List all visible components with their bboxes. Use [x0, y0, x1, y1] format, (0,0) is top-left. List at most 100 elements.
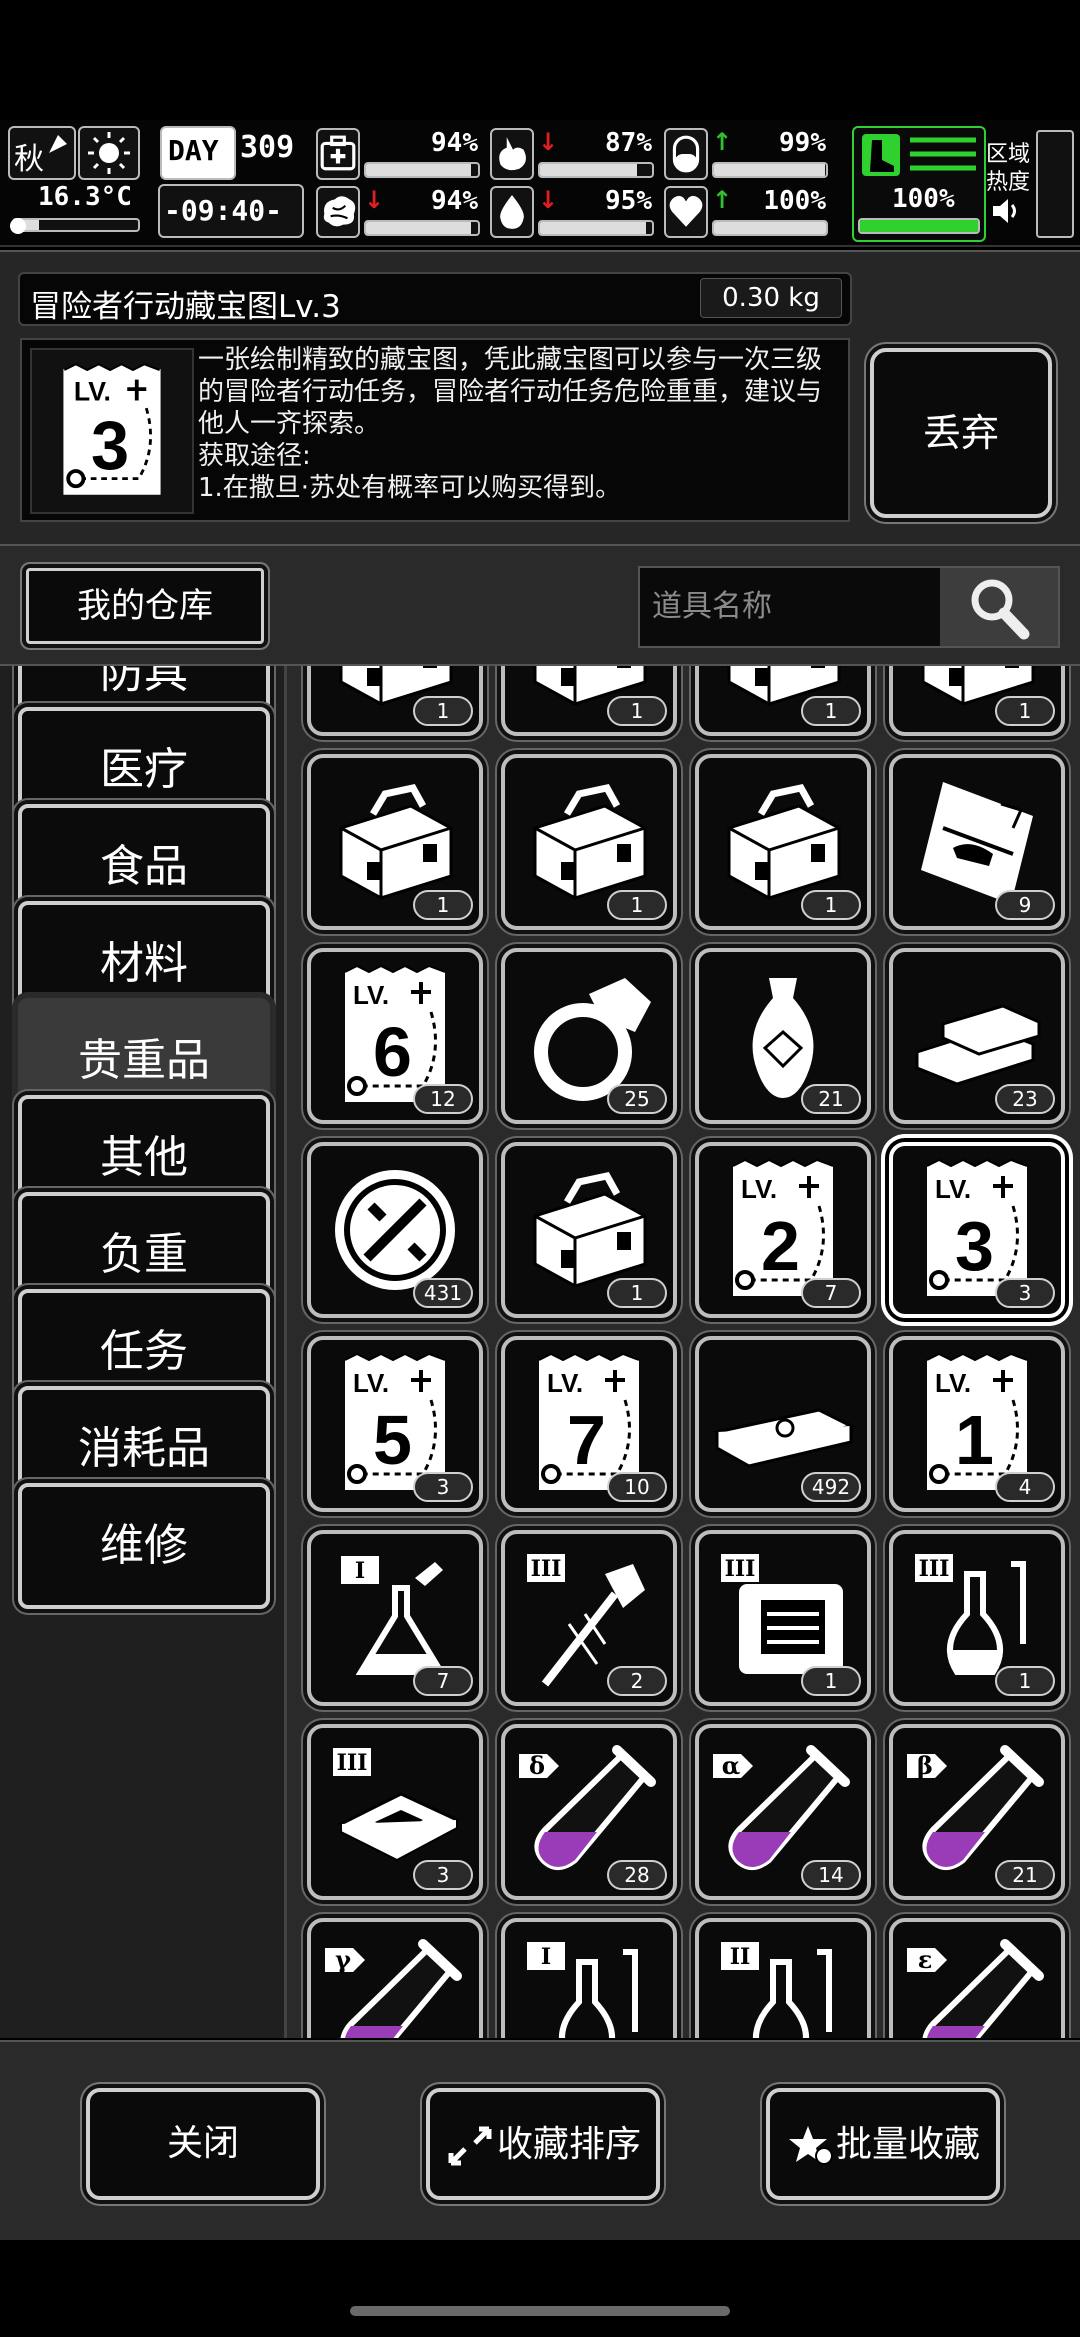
- item-count-badge: 431: [413, 1278, 473, 1308]
- sort-arrows-icon: [448, 2126, 492, 2166]
- svg-text:ε: ε: [918, 1945, 933, 1974]
- inventory-slot[interactable]: 1: [889, 666, 1065, 736]
- inventory-slot[interactable]: 1: [501, 754, 677, 930]
- inventory-slot[interactable]: II: [695, 1918, 871, 2038]
- svg-text:5: 5: [373, 1401, 412, 1479]
- close-button[interactable]: 关闭: [86, 2088, 320, 2200]
- svg-text:LV.: LV.: [547, 1368, 583, 1398]
- svg-text:LV.: LV.: [935, 1368, 971, 1398]
- boots-icon: [862, 134, 900, 176]
- inventory-slot[interactable]: LV. 1 4: [889, 1336, 1065, 1512]
- stat-thirst-bar: [538, 220, 654, 236]
- boots-panel: 100%: [852, 126, 986, 242]
- inventory-slot[interactable]: 25: [501, 948, 677, 1124]
- inventory-slot[interactable]: III 1: [889, 1530, 1065, 1706]
- inventory-slot[interactable]: β 21: [889, 1724, 1065, 1900]
- search-button[interactable]: [940, 568, 1058, 646]
- search-icon: [971, 579, 1030, 640]
- svg-text:LV.: LV.: [353, 1368, 389, 1398]
- medkit-icon: [316, 128, 360, 180]
- item-description-box: LV. 3 一张绘制精致的藏宝图，凭此藏宝图可以参与一次三级的冒险者行动任务，冒…: [20, 338, 850, 522]
- heart-icon: [664, 186, 708, 238]
- search-box: [638, 566, 1060, 648]
- svg-text:III: III: [337, 1750, 368, 1776]
- item-count-badge: 1: [995, 696, 1055, 726]
- inventory-slot[interactable]: 431: [307, 1142, 483, 1318]
- inventory-slot[interactable]: 9: [889, 754, 1065, 930]
- svg-text:α: α: [722, 1751, 740, 1780]
- inventory-slot[interactable]: LV. 6 12: [307, 948, 483, 1124]
- svg-text:δ: δ: [529, 1751, 545, 1780]
- stat-thirst-value: 95%: [605, 186, 652, 216]
- speaker-icon[interactable]: [990, 196, 1024, 226]
- inventory-slot[interactable]: ε: [889, 1918, 1065, 2038]
- inventory-slot[interactable]: I7: [307, 1530, 483, 1706]
- inventory-grid: 1 1 1 1 1 1 1 9 LV. 6 12 25 21 23 431 1 LV. 2 7 LV. 3 3 LV. 5 3 L…: [287, 666, 1080, 2038]
- clock: -09:40-: [164, 194, 283, 227]
- item-count-badge: 3: [413, 1472, 473, 1502]
- inventory-slot[interactable]: 1: [501, 1142, 677, 1318]
- inventory-slot[interactable]: 1: [695, 666, 871, 736]
- item-count-badge: 9: [995, 890, 1055, 920]
- stat-hunger-value: 87%: [605, 128, 652, 158]
- inventory-slot[interactable]: 21: [695, 948, 871, 1124]
- inventory-slot[interactable]: 492: [695, 1336, 871, 1512]
- zone-heat-label-2: 热度: [986, 170, 1031, 195]
- svg-text:7: 7: [567, 1401, 606, 1479]
- item-count-badge: 492: [801, 1472, 861, 1502]
- day-box: DAY: [160, 126, 236, 180]
- inventory-slot[interactable]: LV. 3 3: [889, 1142, 1065, 1318]
- item-count-badge: 1: [995, 1666, 1055, 1696]
- status-bar: 秋 16.3°C DAY 309 -09:40- 94% ↓ 87% ↑ 99% ↓ 94%…: [0, 120, 1080, 247]
- item-count-badge: 7: [801, 1278, 861, 1308]
- item-count-badge: 7: [413, 1666, 473, 1696]
- inventory-slot[interactable]: LV. 7 10: [501, 1336, 677, 1512]
- inventory-slot[interactable]: γ: [307, 1918, 483, 2038]
- stat-stamina: ↑ 99%: [664, 128, 834, 182]
- inventory-slot[interactable]: III 3: [307, 1724, 483, 1900]
- inventory-slot[interactable]: I: [501, 1918, 677, 2038]
- inventory-slot[interactable]: III 1: [695, 1530, 871, 1706]
- inventory-slot[interactable]: LV. 5 3: [307, 1336, 483, 1512]
- svg-text:III: III: [531, 1556, 562, 1582]
- lab-glassware-icon: I: [527, 1942, 638, 2038]
- item-name-search-input[interactable]: [650, 582, 934, 630]
- category-9[interactable]: 维修: [18, 1483, 270, 1609]
- trend-down-icon: ↓: [538, 186, 559, 214]
- stat-hunger-bar: [538, 162, 654, 178]
- item-count-badge: 4: [995, 1472, 1055, 1502]
- star-icon: [788, 2126, 833, 2165]
- inventory-slot[interactable]: III 2: [501, 1530, 677, 1706]
- item-count-badge: 1: [413, 696, 473, 726]
- item-count-badge: 23: [995, 1084, 1055, 1114]
- my-warehouse-button[interactable]: 我的仓库: [26, 568, 264, 644]
- batch-favorite-button[interactable]: 批量收藏: [766, 2088, 1000, 2200]
- item-count-badge: 28: [607, 1860, 667, 1890]
- sun-icon: [88, 132, 130, 174]
- season-label: 秋: [14, 142, 44, 177]
- item-count-badge: 1: [801, 1666, 861, 1696]
- favorite-sort-label: 收藏排序: [496, 2124, 641, 2165]
- item-weight: 0.30 kg: [700, 278, 842, 318]
- inventory-slot[interactable]: LV. 2 7: [695, 1142, 871, 1318]
- item-count-badge: 1: [801, 696, 861, 726]
- stat-mood-value: 100%: [763, 186, 826, 216]
- inventory-slot[interactable]: 1: [307, 666, 483, 736]
- item-count-badge: 21: [995, 1860, 1055, 1890]
- inventory-slot[interactable]: 1: [307, 754, 483, 930]
- test-tube-icon: ε: [907, 1939, 1044, 2038]
- inventory-slot[interactable]: 23: [889, 948, 1065, 1124]
- inventory-slot[interactable]: α 14: [695, 1724, 871, 1900]
- svg-text:I: I: [541, 1944, 551, 1970]
- svg-text:γ: γ: [335, 1945, 351, 1974]
- item-description: 一张绘制精致的藏宝图，凭此藏宝图可以参与一次三级的冒险者行动任务，冒险者行动任务…: [198, 345, 823, 503]
- day-label: DAY: [168, 134, 219, 167]
- pill-icon: [664, 128, 708, 180]
- inventory-slot[interactable]: δ 28: [501, 1724, 677, 1900]
- inventory-slot[interactable]: 1: [695, 754, 871, 930]
- clock-box: -09:40-: [158, 184, 304, 238]
- favorite-sort-button[interactable]: 收藏排序: [426, 2088, 660, 2200]
- discard-button[interactable]: 丢弃: [870, 348, 1052, 518]
- inventory-slot[interactable]: 1: [501, 666, 677, 736]
- item-count-badge: 12: [413, 1084, 473, 1114]
